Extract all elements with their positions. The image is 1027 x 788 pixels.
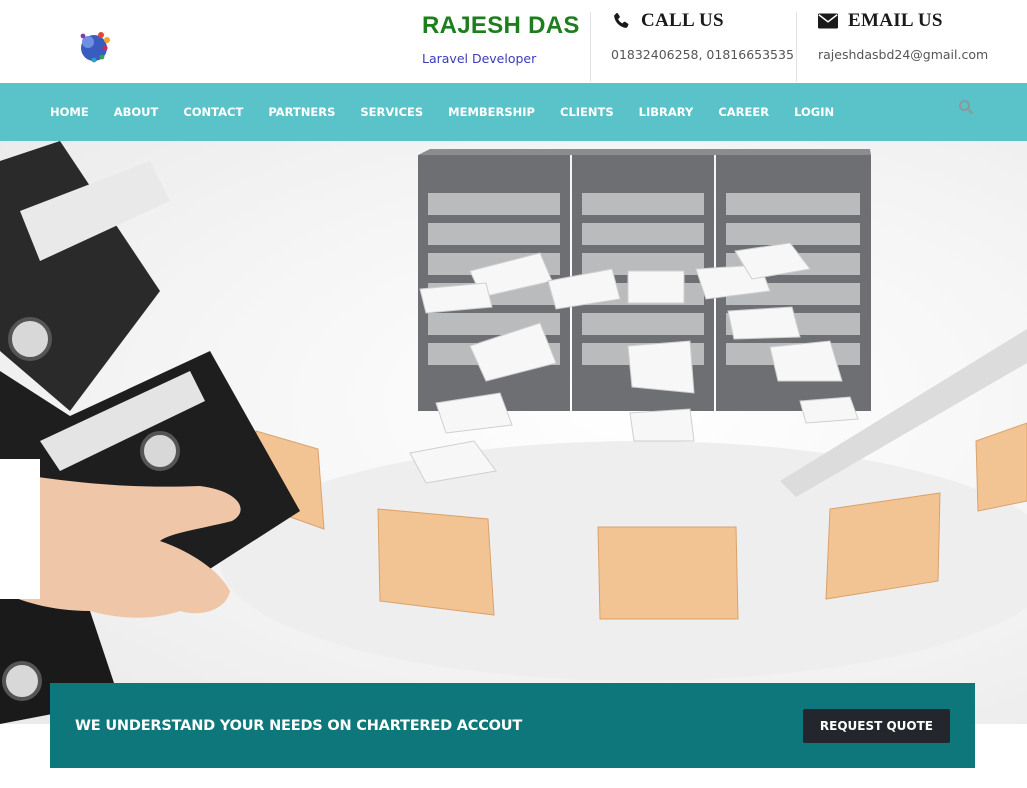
nav-item-membership[interactable]: MEMBERSHIP: [448, 105, 535, 119]
banner-text: WE UNDERSTAND YOUR NEEDS ON CHARTERED AC…: [75, 717, 523, 734]
nav-item-login[interactable]: LOGIN: [794, 105, 834, 119]
nav-item-library[interactable]: LIBRARY: [639, 105, 694, 119]
nav-item-home[interactable]: HOME: [50, 105, 89, 119]
nav-item-clients[interactable]: CLIENTS: [560, 105, 614, 119]
brand: RAJESH DAS Laravel Developer: [422, 12, 580, 66]
hero-illustration: [0, 141, 1027, 724]
nav-item-services[interactable]: SERVICES: [360, 105, 423, 119]
site-header: RAJESH DAS Laravel Developer CALL US 018…: [0, 0, 1027, 83]
header-divider: [590, 12, 591, 82]
brand-name[interactable]: RAJESH DAS: [422, 12, 580, 40]
nav-item-about[interactable]: ABOUT: [114, 105, 159, 119]
call-us-block: CALL US 01832406258, 01816653535: [611, 10, 794, 62]
cta-banner: WE UNDERSTAND YOUR NEEDS ON CHARTERED AC…: [50, 683, 975, 768]
main-nav: HOME ABOUT CONTACT PARTNERS SERVICES MEM…: [0, 83, 1027, 141]
nav-item-career[interactable]: CAREER: [718, 105, 769, 119]
nav-list: HOME ABOUT CONTACT PARTNERS SERVICES MEM…: [50, 83, 859, 141]
phone-icon: [614, 12, 629, 28]
hero-image: [0, 141, 1027, 724]
nav-item-partners[interactable]: PARTNERS: [268, 105, 335, 119]
phone-numbers[interactable]: 01832406258, 01816653535: [611, 47, 794, 62]
call-us-label: CALL US: [641, 10, 724, 31]
email-us-label: EMAIL US: [848, 10, 943, 31]
logo-icon[interactable]: [74, 26, 114, 66]
header-divider: [796, 12, 797, 82]
email-address[interactable]: rajeshdasbd24@gmail.com: [818, 47, 988, 62]
search-icon[interactable]: [958, 99, 974, 115]
call-us-title: CALL US: [611, 10, 794, 32]
shirt-cuff: [0, 459, 40, 599]
email-us-title: EMAIL US: [818, 10, 988, 32]
binders: [0, 141, 300, 724]
envelope-icon: [818, 13, 838, 29]
nav-item-contact[interactable]: CONTACT: [183, 105, 243, 119]
brand-tagline: Laravel Developer: [422, 51, 537, 66]
email-us-block: EMAIL US rajeshdasbd24@gmail.com: [818, 10, 988, 62]
request-quote-button[interactable]: REQUEST QUOTE: [802, 708, 950, 743]
